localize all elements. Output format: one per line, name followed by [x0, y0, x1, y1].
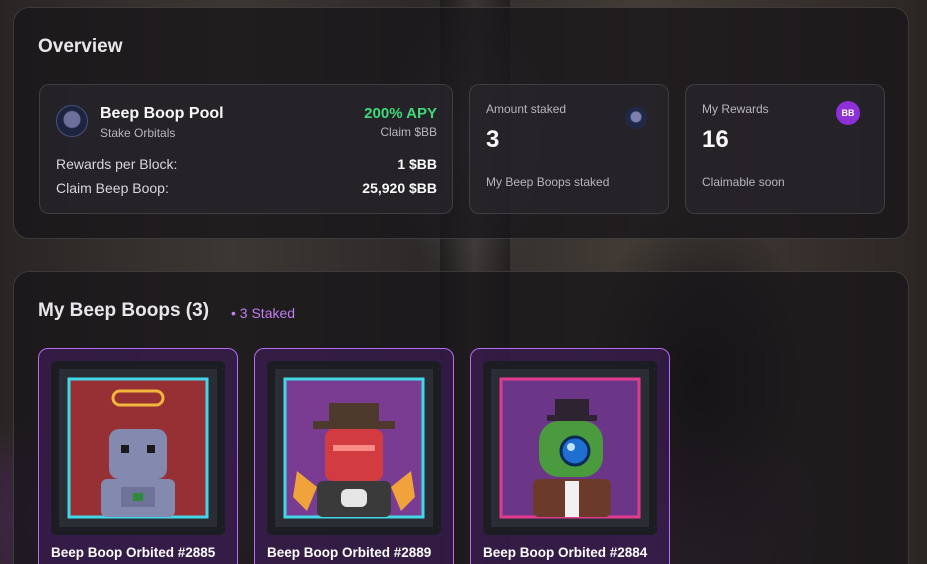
apy-badge: 200% APY [364, 105, 437, 122]
amount-staked-card: Amount staked 3 My Beep Boops staked [469, 84, 669, 214]
amount-staked-label: Amount staked [486, 102, 567, 116]
my-rewards-footer: Claimable soon [702, 175, 785, 189]
pool-name: Beep Boop Pool [100, 105, 224, 122]
claim-beep-boop-label: Claim Beep Boop: [56, 180, 169, 196]
nft-name: Beep Boop Orbited #2885 [51, 545, 216, 560]
overview-title: Overview [38, 36, 123, 57]
nft-card[interactable]: Beep Boop Orbited #2884 [470, 348, 670, 564]
robot-avatar-icon [625, 107, 647, 129]
pool-subtitle: Stake Orbitals [100, 126, 176, 140]
claim-bb-link[interactable]: Claim $BB [380, 125, 437, 139]
nft-robot-image [267, 361, 441, 535]
bb-token-icon: BB [836, 101, 860, 125]
staked-count-badge: • 3 Staked [231, 305, 296, 321]
my-beep-boops-panel: My Beep Boops (3) • 3 Staked Beep Boop O… [13, 271, 909, 564]
rewards-per-block-label: Rewards per Block: [56, 156, 178, 172]
nft-card[interactable]: Beep Boop Orbited #2889 [254, 348, 454, 564]
overview-panel: Overview Beep Boop Pool Stake Orbitals 2… [13, 7, 909, 239]
rewards-per-block-value: 1 $BB [397, 156, 437, 172]
my-rewards-value: 16 [702, 126, 729, 153]
amount-staked-value: 3 [486, 126, 500, 153]
nft-robot-image [51, 361, 225, 535]
claim-beep-boop-value: 25,920 $BB [362, 180, 437, 196]
my-rewards-card: My Rewards BB 16 Claimable soon [685, 84, 885, 214]
amount-staked-footer: My Beep Boops staked [486, 175, 610, 189]
my-rewards-label: My Rewards [702, 102, 769, 116]
nft-robot-image [483, 361, 657, 535]
my-beep-boops-title: My Beep Boops (3) [38, 300, 210, 321]
nft-card[interactable]: Beep Boop Orbited #2885 [38, 348, 238, 564]
pool-card: Beep Boop Pool Stake Orbitals 200% APY C… [39, 84, 453, 214]
nft-name: Beep Boop Orbited #2884 [483, 545, 648, 560]
pool-robot-icon [56, 105, 88, 137]
nft-name: Beep Boop Orbited #2889 [267, 545, 432, 560]
